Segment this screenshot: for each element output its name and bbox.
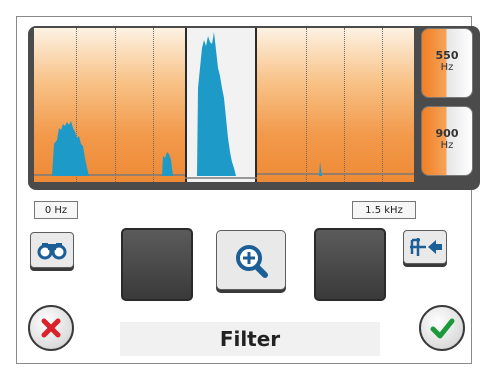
signal-burst-small xyxy=(162,152,173,176)
axis-min-label: 0 Hz xyxy=(34,201,78,219)
screen-title: Filter xyxy=(120,322,380,356)
signal-burst-main xyxy=(197,32,236,176)
route-back-button[interactable] xyxy=(403,230,447,264)
filter-low-button[interactable]: 550 Hz xyxy=(421,28,473,98)
empty-slot-right xyxy=(314,228,386,301)
filter-low-value: 550 xyxy=(435,49,459,62)
cancel-button[interactable] xyxy=(28,305,74,351)
filter-low-unit: Hz xyxy=(440,62,454,73)
empty-slot-left xyxy=(121,228,193,301)
zoom-in-icon xyxy=(236,245,268,278)
confirm-check-icon xyxy=(430,318,455,339)
confirm-button[interactable] xyxy=(419,305,465,351)
signal-burst-low xyxy=(52,121,89,176)
binoculars-button[interactable] xyxy=(30,232,74,268)
zoom-button[interactable] xyxy=(216,230,286,290)
filter-high-value: 900 xyxy=(435,127,459,140)
axis-max-label: 1.5 kHz xyxy=(352,201,416,219)
filter-high-unit: Hz xyxy=(440,140,454,151)
cancel-x-icon xyxy=(41,318,61,338)
filter-high-button[interactable]: 900 Hz xyxy=(421,106,473,176)
spectrum-plot[interactable] xyxy=(34,28,414,182)
route-back-icon xyxy=(410,238,442,256)
signal-trace xyxy=(34,32,414,179)
signal-spike xyxy=(319,162,322,176)
binoculars-icon xyxy=(37,243,67,260)
